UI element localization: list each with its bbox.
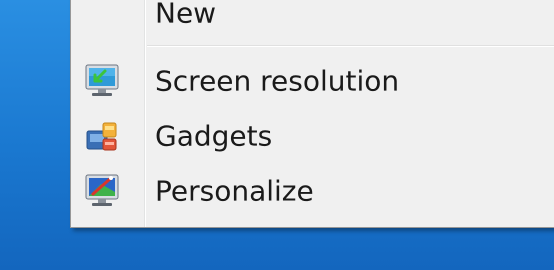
menu-separator — [147, 45, 554, 47]
menu-item-label: Screen resolution — [155, 64, 400, 98]
menu-item-label: Personalize — [155, 174, 314, 208]
screen-resolution-icon — [83, 62, 121, 100]
menu-item-label: New — [155, 0, 217, 30]
menu-item-screen-resolution[interactable]: Screen resolution — [71, 55, 554, 107]
personalize-icon — [83, 172, 121, 210]
context-menu: New Screen resolution Gadgets Personaliz… — [70, 0, 554, 228]
menu-item-personalize[interactable]: Personalize — [71, 165, 554, 217]
menu-item-label: Gadgets — [155, 119, 273, 153]
menu-item-new[interactable]: New — [71, 0, 554, 39]
menu-item-gadgets[interactable]: Gadgets — [71, 110, 554, 162]
gadgets-icon — [83, 117, 121, 155]
